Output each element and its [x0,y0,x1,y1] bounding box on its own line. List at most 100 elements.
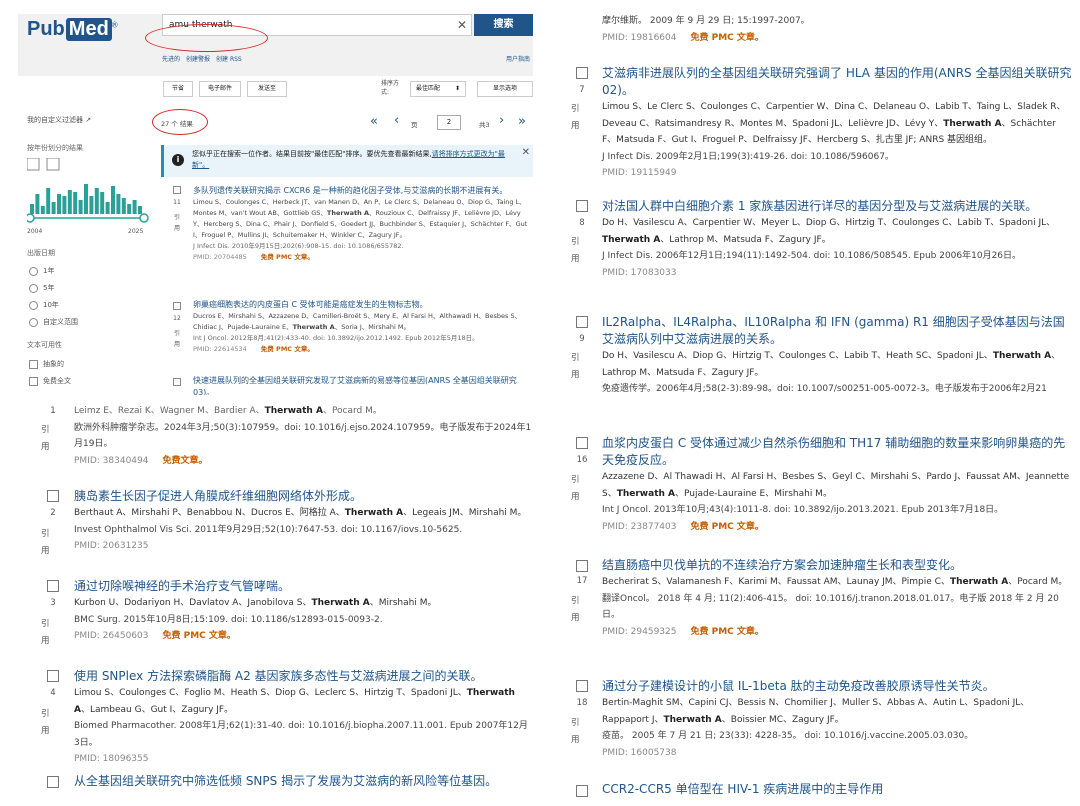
result-checkbox[interactable] [576,200,588,212]
my-filters-label: 我的自定义过滤器 [27,116,83,124]
close-icon[interactable]: ✕ [522,147,530,158]
result-authors: Azzazene D、Al Thawadi H、Al Farsi H、Besbe… [602,472,1070,499]
filter-free-full-text[interactable]: 免费全文 [29,376,71,386]
histogram-bar [57,194,61,214]
clear-icon[interactable]: ✕ [452,14,472,36]
result-citation: 欧洲外科肿瘤学杂志。2024年3月;50(3):107959。doi: 10.1… [74,422,532,450]
result-title[interactable]: CCR2-CCR5 单倍型在 HIV-1 疾病进展中的主导作用 [602,781,1072,798]
cite-action[interactable]: 引用 [571,715,580,749]
notice-text: 您似乎正在搜索一位作者。结果目前按"最佳匹配"排序。要优先查看最新结果, [192,150,432,158]
cite-action[interactable]: 引用 [571,350,580,384]
result-item: 对法国人群中白细胞介素 1 家族基因进行详尽的基因分型及与艾滋病进展的关联。 D… [602,198,1072,281]
results-list-right-top: 摩尔维斯。 2009 年 9 月 29 日; 15:1997-2007。 PMI… [540,0,1080,400]
download-icon[interactable] [46,158,60,171]
next-page-icon[interactable]: › [499,113,504,128]
cite-action[interactable]: 引用 [571,472,580,506]
cite-action[interactable]: 引用 [41,616,50,650]
date-label: 自定义范围 [43,318,78,326]
result-title[interactable]: 通过切除喉神经的手术治疗支气管哮喘。 [74,578,532,595]
date-10yr[interactable]: 10年 [29,300,59,310]
cite-label[interactable]: 用 [171,339,183,348]
result-title[interactable]: 从全基因组关联研究中筛选低频 SNPS 揭示了发展为艾滋病的新风险等位基因。 [74,773,532,790]
result-checkbox[interactable] [47,670,59,682]
cite-action[interactable]: 引用 [41,526,50,560]
result-title[interactable]: 胰岛素生长因子促进人角膜成纤维细胞网络体外形成。 [74,488,532,505]
filter-abstract[interactable]: 抽象的 [29,359,64,369]
result-title[interactable]: 使用 SNPlex 方法探索磷脂酶 A2 基因家族多态性与艾滋病进展之间的关联。 [74,668,532,685]
result-title[interactable]: 快速进展队列的全基因组关联研究发现了艾滋病新的易感等位基因(ANRS 全基因组关… [193,375,533,395]
result-checkbox[interactable] [576,785,588,797]
result-citation: J Infect Dis. 2010年9月15日;202(6):908-15. … [193,242,404,250]
display-options-button[interactable]: 显示选项 [477,81,533,97]
cite-label[interactable]: 引 [171,212,183,221]
histogram-bar [111,186,115,214]
search-button[interactable]: 搜索 [474,14,533,36]
result-pmid-row: PMID: 23877403 免费 PMC 文章。 [602,521,764,532]
result-checkbox[interactable] [576,67,588,79]
histogram-bar [40,206,45,214]
range-handle-start[interactable] [27,213,35,223]
histogram-bar [132,200,137,214]
histogram-bar [89,196,94,214]
result-number: 4 [50,688,56,698]
my-filters[interactable]: 我的自定义过滤器 ↗ [27,115,91,125]
pubmed-logo[interactable]: Pub Med ® [27,18,118,41]
cite-action[interactable]: 引用 [571,101,580,135]
page-input[interactable]: 2 [437,115,461,130]
range-handle-end[interactable] [139,213,149,223]
result-title[interactable]: IL2Ralpha、IL4Ralpha、IL10Ralpha 和 IFN (ga… [602,314,1072,348]
histogram-bar [116,194,121,214]
result-title[interactable]: 通过分子建模设计的小鼠 IL-1beta 肽的主动免疫改善胶原诱导性关节炎。 [602,678,1072,695]
result-title[interactable]: 艾滋病非进展队列的全基因组关联研究强调了 HLA 基因的作用(ANRS 全基因组… [602,65,1072,99]
free-article-badge: 免费 PMC 文章。 [690,521,764,532]
cite-action[interactable]: 引用 [571,593,580,627]
cite-label[interactable]: 引 [171,328,183,337]
expand-icon[interactable] [27,158,40,171]
date-5yr[interactable]: 5年 [29,283,54,293]
user-guide-link[interactable]: 用户指南 [506,54,530,63]
date-custom[interactable]: 自定义范围 [29,317,78,327]
last-page-icon[interactable]: » [518,114,526,129]
cite-action[interactable]: 引用 [41,706,50,740]
result-title[interactable]: 多队列遗传关联研究揭示 CXCR6 是一种新的趋化因子受体,与艾滋病的长期不进展… [193,185,533,197]
chevron-updown-icon: ⬍ [454,85,460,92]
prev-page-icon[interactable]: ‹ [394,113,399,128]
result-checkbox[interactable] [576,316,588,328]
first-page-icon[interactable]: « [370,114,378,129]
result-checkbox[interactable] [173,302,181,310]
result-title[interactable]: 卵巢癌细胞表达的内皮蛋白 C 受体可能是癌症发生的生物标志物。 [193,299,533,311]
result-checkbox[interactable] [576,437,588,449]
result-title[interactable]: 结直肠癌中贝伐单抗的不连续治疗方案会加速肿瘤生长和表型变化。 [602,557,1072,574]
cite-label[interactable]: 用 [171,223,183,232]
result-checkbox[interactable] [47,580,59,592]
date-1yr[interactable]: 1年 [29,266,54,276]
result-checkbox[interactable] [576,680,588,692]
result-title[interactable]: 对法国人群中白细胞介素 1 家族基因进行详尽的基因分型及与艾滋病进展的关联。 [602,198,1072,215]
histogram-bar [138,206,142,214]
result-item: 胰岛素生长因子促进人角膜成纤维细胞网络体外形成。 Berthaut A、Mirs… [74,488,532,555]
result-title[interactable]: 血浆内皮蛋白 C 受体通过减少自然杀伤细胞和 TH17 辅助细胞的数量来影响卵巢… [602,435,1072,469]
result-number: 17 [576,576,588,586]
result-number: 12 [173,315,181,322]
year-histogram[interactable] [27,158,149,228]
advanced-link[interactable]: 先进的 [162,54,180,63]
send-to-button[interactable]: 发送至 [247,81,287,97]
result-checkbox[interactable] [576,560,588,572]
result-checkbox[interactable] [47,490,59,502]
sort-select[interactable]: 最佳匹配 ⬍ [410,81,466,97]
result-authors: Limou S、Coulonges C、Herbeck JT、van Manen… [193,198,528,239]
create-rss-link[interactable]: 创建 RSS [216,54,242,63]
logo-med: Med [65,18,112,41]
result-checkbox[interactable] [173,186,181,194]
checkbox-icon [29,376,38,386]
result-item: Leimz E、Rezai K、Wagner M、Bardier A、Therw… [74,403,532,469]
result-checkbox[interactable] [173,378,181,386]
cite-action[interactable]: 引用 [571,234,580,268]
result-item: 多队列遗传关联研究揭示 CXCR6 是一种新的趋化因子受体,与艾滋病的长期不进展… [193,185,533,263]
create-alert-link[interactable]: 创建警报 [186,54,210,63]
save-button[interactable]: 节省 [163,81,193,97]
result-number: 9 [579,334,585,344]
result-checkbox[interactable] [47,776,59,788]
email-button[interactable]: 电子邮件 [199,81,241,97]
cite-action[interactable]: 引用 [41,422,50,456]
